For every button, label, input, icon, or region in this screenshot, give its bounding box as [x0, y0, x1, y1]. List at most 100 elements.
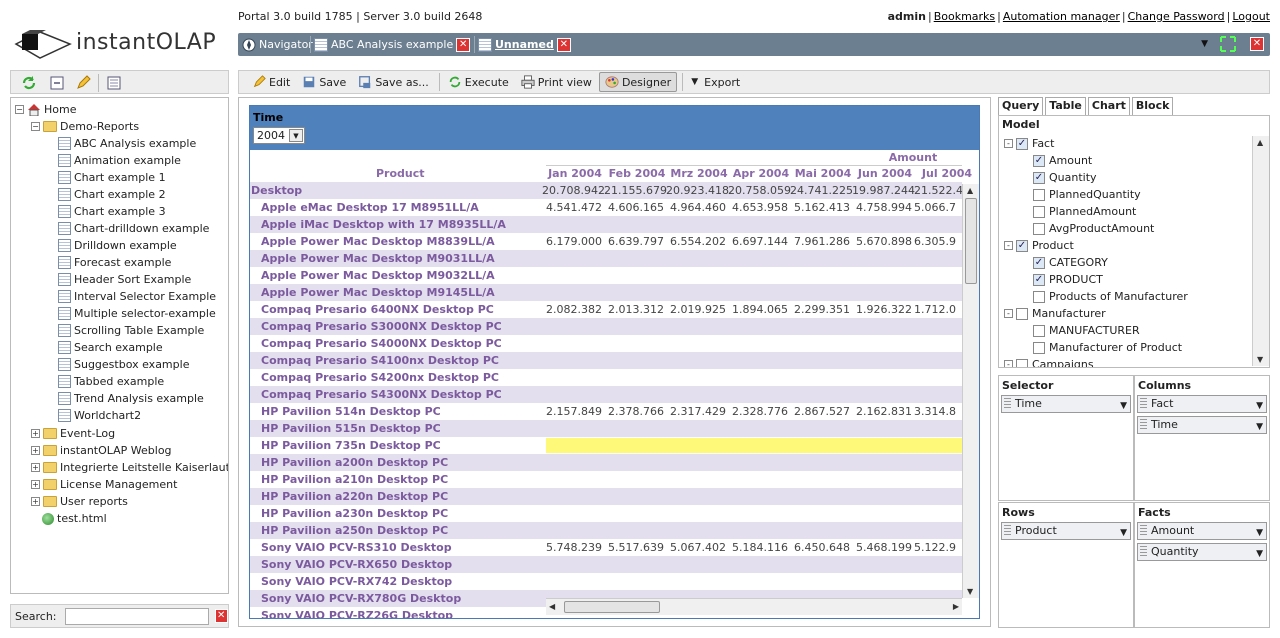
- month-header[interactable]: Jul 2004: [918, 167, 976, 180]
- columns-dimension[interactable]: Time ▼: [1137, 416, 1267, 434]
- designer-button[interactable]: Designer: [598, 72, 678, 92]
- tree-folder-item[interactable]: + License Management: [31, 476, 177, 493]
- tree-folder-item[interactable]: + User reports: [31, 493, 128, 510]
- save-as-button[interactable]: Save as...: [353, 72, 433, 92]
- product-name[interactable]: Sony VAIO PCV-RX780G Desktop: [261, 592, 461, 605]
- scroll-down-icon[interactable]: ▼: [967, 587, 973, 596]
- tab-unnamed[interactable]: Unnamed ✕: [478, 36, 571, 53]
- rows-dimension[interactable]: Product ▼: [1001, 522, 1131, 540]
- checkbox[interactable]: ✓: [1033, 154, 1045, 167]
- scroll-right-icon[interactable]: ▶: [953, 602, 959, 611]
- product-name[interactable]: HP Pavilion a230n Desktop PC: [261, 507, 448, 520]
- month-header[interactable]: Mai 2004: [794, 167, 852, 180]
- tab-query[interactable]: Query: [998, 97, 1044, 115]
- product-name[interactable]: HP Pavilion 735n Desktop PC: [261, 439, 441, 452]
- logout-link[interactable]: Logout: [1232, 10, 1270, 23]
- clear-search-icon[interactable]: ✕: [214, 609, 228, 623]
- horizontal-scroll-thumb[interactable]: [564, 601, 660, 613]
- model-node[interactable]: - Campaigns: [1004, 356, 1094, 367]
- tree-file-test-html[interactable]: test.html: [42, 510, 107, 527]
- columns-dimension[interactable]: Fact ▼: [1137, 395, 1267, 413]
- expand-toggle[interactable]: +: [31, 497, 40, 506]
- change-password-link[interactable]: Change Password: [1128, 10, 1225, 23]
- scroll-up-icon[interactable]: ▲: [1257, 138, 1263, 147]
- collapse-icon[interactable]: [49, 75, 65, 91]
- tree-folder-item[interactable]: + Event-Log: [31, 425, 115, 442]
- expand-toggle[interactable]: +: [31, 446, 40, 455]
- scroll-up-icon[interactable]: ▲: [967, 186, 973, 195]
- tab-block[interactable]: Block: [1131, 97, 1174, 115]
- checkbox[interactable]: [1016, 307, 1028, 320]
- product-name[interactable]: Compaq Presario S4200nx Desktop PC: [261, 371, 499, 384]
- tree-report-item[interactable]: Chart-drilldown example: [58, 220, 209, 237]
- tree-report-item[interactable]: Worldchart2: [58, 407, 141, 424]
- selector-dimension[interactable]: Time ▼: [1001, 395, 1131, 413]
- tree-report-item[interactable]: Scrolling Table Example: [58, 322, 204, 339]
- model-node[interactable]: ✓ PRODUCT: [1033, 271, 1103, 288]
- tree-folder-item[interactable]: + instantOLAP Weblog: [31, 442, 172, 459]
- product-name[interactable]: HP Pavilion a210n Desktop PC: [261, 473, 448, 486]
- product-name[interactable]: Compaq Presario S4300NX Desktop PC: [261, 388, 502, 401]
- expand-toggle[interactable]: +: [31, 463, 40, 472]
- tree-report-item[interactable]: Chart example 2: [58, 186, 166, 203]
- checkbox[interactable]: [1033, 188, 1045, 201]
- month-header[interactable]: Mrz 2004: [670, 167, 728, 180]
- model-node[interactable]: Manufacturer of Product: [1033, 339, 1182, 356]
- automation-manager-link[interactable]: Automation manager: [1003, 10, 1120, 23]
- tab-abc-analysis[interactable]: ABC Analysis example ✕: [314, 36, 471, 53]
- tab-table[interactable]: Table: [1045, 97, 1086, 115]
- model-node[interactable]: AvgProductAmount: [1033, 220, 1154, 237]
- time-select[interactable]: 2004 ▼: [253, 127, 305, 144]
- model-node[interactable]: ✓ Quantity: [1033, 169, 1097, 186]
- product-name[interactable]: Apple Power Mac Desktop M9032LL/A: [261, 269, 495, 282]
- checkbox[interactable]: ✓: [1016, 239, 1028, 252]
- refresh-icon[interactable]: [21, 75, 37, 91]
- tree-folder-item[interactable]: +Integrierte Leitstelle Kaiserlautern: [31, 459, 228, 476]
- checkbox[interactable]: [1033, 324, 1045, 337]
- model-node[interactable]: PlannedQuantity: [1033, 186, 1141, 203]
- tab-list-dropdown-icon[interactable]: ▼: [1201, 39, 1208, 49]
- tree-report-item[interactable]: Header Sort Example: [58, 271, 191, 288]
- export-button[interactable]: ▼ Export: [686, 72, 745, 92]
- product-name[interactable]: Apple iMac Desktop with 17 M8935LL/A: [261, 218, 506, 231]
- tree-report-item[interactable]: Search example: [58, 339, 163, 356]
- pencil-icon[interactable]: [75, 75, 91, 91]
- model-node[interactable]: Products of Manufacturer: [1033, 288, 1188, 305]
- product-name[interactable]: Apple eMac Desktop 17 M8951LL/A: [261, 201, 479, 214]
- execute-button[interactable]: Execute: [443, 72, 514, 92]
- product-name[interactable]: HP Pavilion a200n Desktop PC: [261, 456, 448, 469]
- tree-report-item[interactable]: Chart example 3: [58, 203, 166, 220]
- horizontal-scrollbar[interactable]: ◀ ▶: [546, 598, 962, 615]
- model-node[interactable]: - ✓ Fact: [1004, 135, 1054, 152]
- expand-toggle[interactable]: +: [31, 480, 40, 489]
- checkbox[interactable]: ✓: [1033, 273, 1045, 286]
- print-view-button[interactable]: Print view: [516, 72, 597, 92]
- expand-toggle[interactable]: +: [31, 429, 40, 438]
- product-name[interactable]: Sony VAIO PCV-RX650 Desktop: [261, 558, 452, 571]
- checkbox[interactable]: [1033, 222, 1045, 235]
- tree-report-item[interactable]: Animation example: [58, 152, 181, 169]
- month-header[interactable]: Apr 2004: [732, 167, 790, 180]
- month-header[interactable]: Jun 2004: [856, 167, 914, 180]
- checkbox[interactable]: ✓: [1033, 171, 1045, 184]
- tree-report-item[interactable]: Tabbed example: [58, 373, 164, 390]
- close-icon[interactable]: ✕: [556, 37, 571, 52]
- facts-dimension[interactable]: Quantity ▼: [1137, 543, 1267, 561]
- facts-dimension[interactable]: Amount ▼: [1137, 522, 1267, 540]
- close-all-icon[interactable]: ✕: [1250, 37, 1264, 51]
- close-icon[interactable]: ✕: [456, 37, 471, 52]
- collapse-toggle[interactable]: -: [1004, 139, 1013, 148]
- product-name[interactable]: Desktop: [251, 184, 302, 197]
- tab-navigator[interactable]: Navigator: [242, 36, 313, 53]
- product-name[interactable]: Apple Power Mac Desktop M9145LL/A: [261, 286, 495, 299]
- product-name[interactable]: HP Pavilion 514n Desktop PC: [261, 405, 441, 418]
- model-node[interactable]: ✓ Amount: [1033, 152, 1092, 169]
- product-name[interactable]: Compaq Presario S4100nx Desktop PC: [261, 354, 499, 367]
- model-scrollbar[interactable]: ▲ ▼: [1252, 136, 1269, 366]
- collapse-toggle[interactable]: -: [1004, 309, 1013, 318]
- product-name[interactable]: HP Pavilion 515n Desktop PC: [261, 422, 441, 435]
- tree-report-item[interactable]: Trend Analysis example: [58, 390, 204, 407]
- tree-report-item[interactable]: Chart example 1: [58, 169, 166, 186]
- model-node[interactable]: - ✓ Product: [1004, 237, 1074, 254]
- product-name[interactable]: HP Pavilion a250n Desktop PC: [261, 524, 448, 537]
